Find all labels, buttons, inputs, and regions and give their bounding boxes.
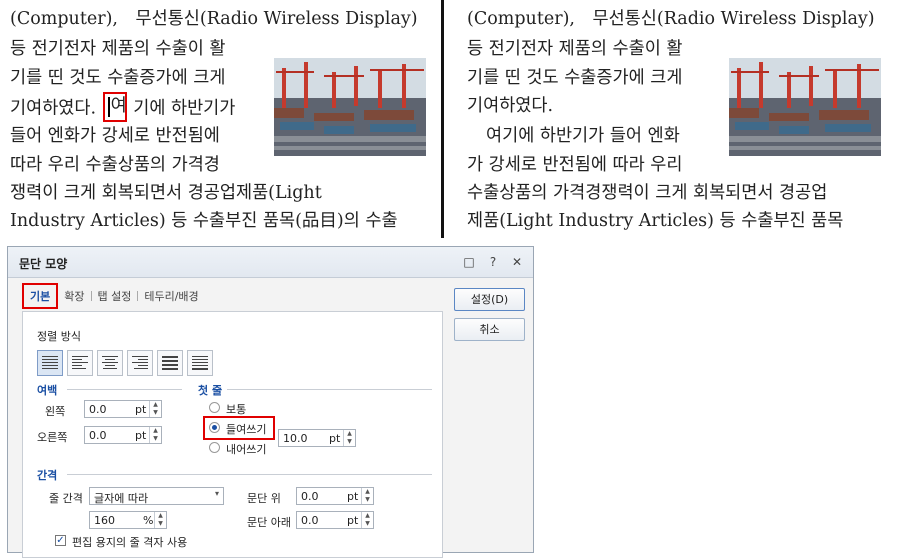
- line-spacing-label: 줄 간격: [49, 492, 83, 505]
- doc-line: 등 전기전자 제품의 수출이 활: [467, 39, 683, 59]
- doc-line: 기여하였다.: [467, 96, 554, 116]
- spinner-arrows[interactable]: ▲ ▼: [361, 512, 373, 528]
- align-justify-icon: [42, 356, 58, 369]
- tab-tab-settings[interactable]: 탭 설정: [92, 288, 138, 304]
- doc-line: 수출상품의 가격경쟁력이 크게 회복되면서 경공업: [467, 183, 828, 203]
- doc-line: 기여하였다. 여 기에 하반기가: [10, 92, 236, 122]
- tab-border-background[interactable]: 테두리/배경: [138, 288, 204, 304]
- doc-text: 기여하였다.: [10, 98, 97, 119]
- line-spacing-value-spinner[interactable]: 160 % ▲ ▼: [89, 511, 167, 529]
- align-center-icon: [102, 356, 118, 369]
- align-left-icon: [72, 356, 88, 369]
- align-left-button[interactable]: [67, 350, 93, 376]
- align-right-button[interactable]: [127, 350, 153, 376]
- margin-left-label: 왼쪽: [45, 405, 66, 418]
- ok-button[interactable]: 설정(D): [454, 288, 525, 311]
- doc-text: 여: [110, 96, 127, 116]
- first-line-indent-radio[interactable]: [209, 422, 220, 433]
- document-right-pane[interactable]: (Computer), 무선통신(Radio Wireless Display)…: [456, 0, 899, 238]
- doc-line: (Computer), 무선통신(Radio Wireless Display): [467, 9, 875, 29]
- spinner-arrows[interactable]: ▲ ▼: [361, 488, 373, 504]
- spacing-below-label: 문단 아래: [247, 516, 291, 529]
- line-grid-label[interactable]: 편집 용지의 줄 격자 사용: [72, 534, 187, 550]
- spacing-above-spinner[interactable]: 0.0 pt ▲ ▼: [296, 487, 374, 505]
- cursor-highlight: 여: [102, 92, 127, 122]
- doc-line: Industry Articles) 등 수출부진 품목(品目)의 수출: [10, 211, 398, 231]
- align-distribute-button[interactable]: [157, 350, 183, 376]
- document-left-pane[interactable]: (Computer), 무선통신(Radio Wireless Display)…: [0, 0, 440, 238]
- align-distribute-icon: [162, 356, 178, 370]
- doc-line: 기를 띤 것도 수출증가에 크게: [10, 68, 226, 88]
- spacing-below-spinner[interactable]: 0.0 pt ▲ ▼: [296, 511, 374, 529]
- tab-extended[interactable]: 확장: [58, 288, 90, 304]
- port-photo[interactable]: [274, 58, 426, 156]
- cancel-button[interactable]: 취소: [454, 318, 525, 341]
- port-photo-illustration: [274, 58, 426, 156]
- spacing-above-label: 문단 위: [247, 492, 281, 505]
- doc-line: 여기에 하반기가 들어 엔화: [486, 126, 680, 146]
- help-icon[interactable]: ?: [487, 255, 499, 269]
- dialog-titlebar[interactable]: 문단 모양 □ ? ✕: [8, 247, 533, 278]
- margin-divider: [67, 389, 182, 390]
- text-cursor: [107, 97, 110, 117]
- tab-content-panel: 정렬 방식 여백 왼쪽 0.0 pt ▲ ▼ 오른쪽 0.0 pt ▲ ▼ 첫 …: [22, 311, 443, 558]
- margin-left-spinner[interactable]: 0.0 pt ▲ ▼: [84, 400, 162, 418]
- spinner-arrows[interactable]: ▲ ▼: [149, 401, 161, 417]
- doc-line: 기를 띤 것도 수출증가에 크게: [467, 68, 683, 88]
- align-right-icon: [132, 356, 148, 369]
- doc-line: 가 강세로 반전됨에 따라 우리: [467, 155, 683, 175]
- doc-line: 제품(Light Industry Articles) 등 수출부진 품목: [467, 211, 844, 231]
- pane-divider: [441, 0, 444, 238]
- first-line-normal-label[interactable]: 보통: [226, 401, 246, 417]
- first-line-normal-radio[interactable]: [209, 402, 220, 413]
- first-line-indent-spinner[interactable]: 10.0 pt ▲ ▼: [278, 429, 356, 447]
- doc-line: 쟁력이 크게 회복되면서 경공업제품(Light: [10, 183, 322, 203]
- margin-heading: 여백: [37, 384, 58, 397]
- dialog-title: 문단 모양: [19, 257, 68, 271]
- doc-text: 기에 하반기가: [133, 98, 236, 119]
- align-center-button[interactable]: [97, 350, 123, 376]
- port-photo[interactable]: [729, 58, 881, 156]
- line-grid-checkbox[interactable]: ✓: [55, 535, 66, 546]
- first-line-outdent-label[interactable]: 내어쓰기: [226, 441, 266, 457]
- dialog-tabs: 기본 확장 탭 설정 테두리/배경: [22, 283, 205, 309]
- close-icon[interactable]: ✕: [511, 255, 523, 269]
- align-divide-button[interactable]: [187, 350, 213, 376]
- spacing-heading: 간격: [37, 469, 58, 482]
- port-photo-illustration: [729, 58, 881, 156]
- margin-right-spinner[interactable]: 0.0 pt ▲ ▼: [84, 426, 162, 444]
- spacing-divider: [67, 474, 432, 475]
- paragraph-shape-dialog: 문단 모양 □ ? ✕ 기본 확장 탭 설정 테두리/배경 정렬 방식 여백 왼…: [7, 246, 534, 558]
- alignment-label: 정렬 방식: [37, 330, 81, 343]
- tab-basic[interactable]: 기본: [22, 283, 59, 309]
- doc-line: 등 전기전자 제품의 수출이 활: [10, 39, 226, 59]
- comment-icon[interactable]: □: [463, 255, 475, 269]
- first-line-divider: [227, 389, 432, 390]
- align-justify-button[interactable]: [37, 350, 63, 376]
- line-spacing-type-select[interactable]: 글자에 따라 ▾: [89, 487, 224, 505]
- chevron-down-icon: ▾: [214, 489, 219, 498]
- first-line-outdent-radio[interactable]: [209, 442, 220, 453]
- doc-line: 들어 엔화가 강세로 반전됨에: [10, 126, 220, 146]
- align-divide-icon: [192, 356, 208, 370]
- spinner-arrows[interactable]: ▲ ▼: [149, 427, 161, 443]
- margin-right-label: 오른쪽: [37, 431, 68, 444]
- first-line-heading: 첫 줄: [198, 384, 223, 397]
- spinner-arrows[interactable]: ▲ ▼: [343, 430, 355, 446]
- spinner-arrows[interactable]: ▲ ▼: [154, 512, 166, 528]
- first-line-indent-label[interactable]: 들여쓰기: [226, 421, 266, 437]
- doc-line: (Computer), 무선통신(Radio Wireless Display): [10, 9, 418, 29]
- doc-line: 따라 우리 수출상품의 가격경: [10, 155, 220, 175]
